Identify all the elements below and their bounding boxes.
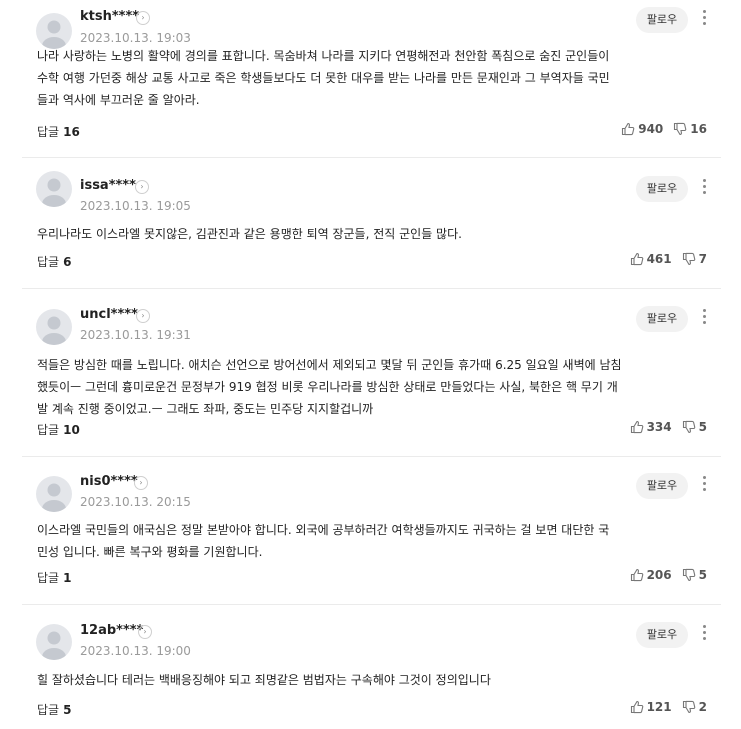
reply-button[interactable]: 답글 16 xyxy=(37,123,80,140)
vote-group: 121 2 xyxy=(620,700,707,714)
chevron-right-icon[interactable]: › xyxy=(138,625,152,639)
more-options-icon[interactable] xyxy=(698,306,710,330)
chevron-right-icon[interactable]: › xyxy=(135,180,149,194)
username[interactable]: ktsh**** xyxy=(80,9,139,24)
thumbs-down-icon xyxy=(682,420,695,434)
thumbs-up-icon xyxy=(630,568,643,582)
thumbs-up-icon xyxy=(622,122,635,136)
dislike-count: 7 xyxy=(698,252,707,266)
thumbs-up-icon xyxy=(630,420,643,434)
reply-button[interactable]: 답글 5 xyxy=(37,701,71,718)
reply-label: 답글 xyxy=(37,125,60,139)
like-count: 121 xyxy=(646,700,672,714)
vote-group: 206 5 xyxy=(620,568,707,582)
comment-date: 2023.10.13. 20:15 xyxy=(80,495,191,509)
more-options-icon[interactable] xyxy=(698,473,710,497)
comment-item: 12ab**** › 2023.10.13. 19:00 팔로우 힐 잘하셨습니… xyxy=(22,605,721,729)
dislike-button[interactable]: 2 xyxy=(682,700,707,714)
follow-button[interactable]: 팔로우 xyxy=(636,473,688,499)
more-options-icon[interactable] xyxy=(698,7,710,31)
reply-label: 답글 xyxy=(37,703,60,717)
reply-button[interactable]: 답글 1 xyxy=(37,569,71,586)
chevron-right-icon[interactable]: › xyxy=(136,309,150,323)
vote-group: 940 16 xyxy=(611,122,707,136)
follow-button[interactable]: 팔로우 xyxy=(636,176,688,202)
reply-label: 답글 xyxy=(37,255,60,269)
comment-item: ktsh**** › 2023.10.13. 19:03 팔로우 나라 사랑하는… xyxy=(22,0,721,158)
comment-date: 2023.10.13. 19:05 xyxy=(80,199,191,213)
dislike-count: 2 xyxy=(698,700,707,714)
dislike-button[interactable]: 16 xyxy=(673,122,707,136)
like-button[interactable]: 121 xyxy=(630,700,672,714)
comment-date: 2023.10.13. 19:31 xyxy=(80,328,191,342)
comment-date: 2023.10.13. 19:00 xyxy=(80,644,191,658)
dislike-count: 5 xyxy=(698,568,707,582)
thumbs-down-icon xyxy=(674,122,687,136)
dislike-button[interactable]: 5 xyxy=(682,568,707,582)
like-button[interactable]: 334 xyxy=(630,420,672,434)
like-button[interactable]: 940 xyxy=(621,122,663,136)
like-count: 461 xyxy=(646,252,672,266)
comment-text: 우리나라도 이스라엘 못지않은, 김관진과 같은 용맹한 퇴역 장군들, 전직 … xyxy=(37,227,462,241)
like-count: 206 xyxy=(646,568,672,582)
dislike-count: 5 xyxy=(698,420,707,434)
follow-button[interactable]: 팔로우 xyxy=(636,622,688,648)
thumbs-down-icon xyxy=(682,700,695,714)
comment-text: 이스라엘 국민들의 애국심은 정말 본받아야 합니다. 외국에 공부하러간 여학… xyxy=(37,523,610,559)
reply-label: 답글 xyxy=(37,571,60,585)
reply-count: 6 xyxy=(63,255,72,269)
avatar[interactable] xyxy=(36,624,72,660)
thumbs-up-icon xyxy=(630,252,643,266)
username[interactable]: issa**** xyxy=(80,178,136,193)
like-button[interactable]: 461 xyxy=(630,252,672,266)
avatar[interactable] xyxy=(36,13,72,49)
follow-button[interactable]: 팔로우 xyxy=(636,306,688,332)
comment-text: 나라 사랑하는 노병의 활약에 경의를 표합니다. 목숨바쳐 나라를 지키다 연… xyxy=(37,49,610,107)
reply-count: 16 xyxy=(63,125,80,139)
chevron-right-icon[interactable]: › xyxy=(134,476,148,490)
reply-label: 답글 xyxy=(37,423,60,437)
follow-button[interactable]: 팔로우 xyxy=(636,7,688,33)
comment-item: uncl**** › 2023.10.13. 19:31 팔로우 적들은 방심한… xyxy=(22,289,721,457)
thumbs-up-icon xyxy=(630,700,643,714)
default-avatar-icon xyxy=(42,483,66,512)
comment-text: 적들은 방심한 때를 노립니다. 애치슨 선언으로 방어선에서 제외되고 몇달 … xyxy=(37,358,622,416)
avatar[interactable] xyxy=(36,171,72,207)
more-options-icon[interactable] xyxy=(698,622,710,646)
comment-item: nis0**** › 2023.10.13. 20:15 팔로우 이스라엘 국민… xyxy=(22,457,721,605)
dislike-button[interactable]: 5 xyxy=(682,420,707,434)
reply-count: 10 xyxy=(63,423,80,437)
dislike-count: 16 xyxy=(690,122,707,136)
more-options-icon[interactable] xyxy=(698,176,710,200)
username[interactable]: nis0**** xyxy=(80,474,138,489)
thumbs-down-icon xyxy=(682,568,695,582)
reply-button[interactable]: 답글 10 xyxy=(37,421,80,438)
username[interactable]: 12ab**** xyxy=(80,623,143,638)
username[interactable]: uncl**** xyxy=(80,307,138,322)
avatar[interactable] xyxy=(36,476,72,512)
vote-group: 334 5 xyxy=(620,420,707,434)
chevron-right-icon[interactable]: › xyxy=(136,11,150,25)
like-button[interactable]: 206 xyxy=(630,568,672,582)
vote-group: 461 7 xyxy=(620,252,707,266)
avatar[interactable] xyxy=(36,309,72,345)
dislike-button[interactable]: 7 xyxy=(682,252,707,266)
default-avatar-icon xyxy=(42,316,66,345)
like-count: 940 xyxy=(638,122,664,136)
like-count: 334 xyxy=(646,420,672,434)
reply-count: 1 xyxy=(63,571,72,585)
comment-item: issa**** › 2023.10.13. 19:05 팔로우 우리나라도 이… xyxy=(22,158,721,289)
default-avatar-icon xyxy=(42,631,66,660)
default-avatar-icon xyxy=(42,178,66,207)
comment-date: 2023.10.13. 19:03 xyxy=(80,31,191,45)
default-avatar-icon xyxy=(42,20,66,49)
reply-button[interactable]: 답글 6 xyxy=(37,253,71,270)
thumbs-down-icon xyxy=(682,252,695,266)
reply-count: 5 xyxy=(63,703,72,717)
comment-text: 힐 잘하셨습니다 테러는 백배응징해야 되고 죄명같은 범법자는 구속해야 그것… xyxy=(37,673,491,687)
